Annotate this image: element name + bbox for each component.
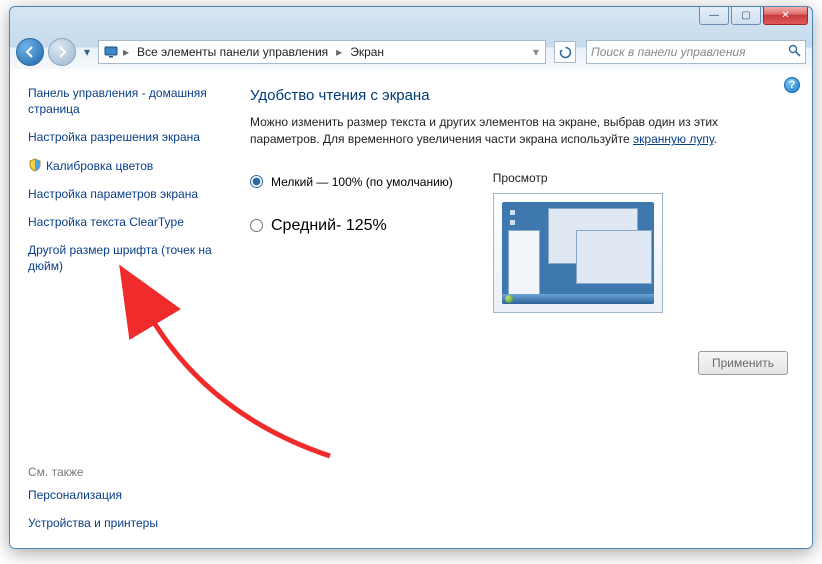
breadcrumb-current[interactable]: Экран xyxy=(344,45,390,59)
preview-start-orb xyxy=(505,295,513,303)
link-display-settings[interactable]: Настройка параметров экрана xyxy=(28,186,212,202)
radio-medium-input[interactable] xyxy=(250,219,263,232)
radio-group-scale: Мелкий — 100% (по умолчанию) Средний- 12… xyxy=(250,171,453,313)
window-frame: — ▢ ✕ ▾ ▸ Все элементы панели управления… xyxy=(9,6,813,549)
see-also-heading: См. также xyxy=(28,465,212,479)
link-personalization[interactable]: Персонализация xyxy=(28,487,212,503)
desc-period: . xyxy=(714,132,717,146)
search-placeholder: Поиск в панели управления xyxy=(591,45,746,59)
titlebar: — ▢ ✕ xyxy=(10,7,812,35)
dropdown-chevron-icon[interactable]: ▾ xyxy=(533,45,543,59)
radio-medium-label: Средний- 125% xyxy=(271,217,387,235)
link-custom-dpi[interactable]: Другой размер шрифта (точек на дюйм) xyxy=(28,242,212,274)
link-resolution[interactable]: Настройка разрешения экрана xyxy=(28,129,212,145)
link-control-panel-home[interactable]: Панель управления - домашняя страница xyxy=(28,85,212,117)
breadcrumb-root[interactable]: Все элементы панели управления xyxy=(131,45,334,59)
shield-icon xyxy=(28,158,42,172)
monitor-icon xyxy=(103,44,119,60)
body: Панель управления - домашняя страница На… xyxy=(10,69,812,548)
search-input[interactable]: Поиск в панели управления xyxy=(586,40,806,64)
close-button[interactable]: ✕ xyxy=(763,7,808,25)
refresh-button[interactable] xyxy=(554,41,576,63)
page-description: Можно изменить размер текста и других эл… xyxy=(250,114,790,149)
radio-medium[interactable]: Средний- 125% xyxy=(250,217,453,235)
minimize-button[interactable]: — xyxy=(699,7,729,25)
nav-forward-button[interactable] xyxy=(48,38,76,66)
magnifier-link[interactable]: экранную лупу xyxy=(633,132,714,146)
radio-small[interactable]: Мелкий — 100% (по умолчанию) xyxy=(250,175,453,189)
chevron-right-icon: ▸ xyxy=(334,45,344,59)
options-row: Мелкий — 100% (по умолчанию) Средний- 12… xyxy=(250,171,790,313)
nav-history-dropdown[interactable]: ▾ xyxy=(80,45,94,59)
preview-window xyxy=(576,230,652,284)
preview-sidebar xyxy=(508,230,540,296)
radio-small-label: Мелкий — 100% (по умолчанию) xyxy=(271,175,453,189)
link-color-calibration-label: Калибровка цветов xyxy=(46,158,153,174)
link-cleartype[interactable]: Настройка текста ClearType xyxy=(28,214,212,230)
link-devices-printers[interactable]: Устройства и принтеры xyxy=(28,515,212,531)
preview-taskbar xyxy=(502,294,654,304)
preview-column: Просмотр xyxy=(493,171,663,313)
help-icon[interactable]: ? xyxy=(784,77,800,93)
navbar: ▾ ▸ Все элементы панели управления ▸ Экр… xyxy=(10,35,812,69)
preview-box xyxy=(493,193,663,313)
apply-button[interactable]: Применить xyxy=(698,351,788,375)
content-pane: ? Удобство чтения с экрана Можно изменит… xyxy=(222,69,812,548)
search-icon xyxy=(788,44,801,60)
sidebar: Панель управления - домашняя страница На… xyxy=(10,69,222,548)
apply-row: Применить xyxy=(250,351,790,375)
preview-label: Просмотр xyxy=(493,171,548,185)
preview-icon xyxy=(510,210,515,215)
maximize-button[interactable]: ▢ xyxy=(731,7,761,25)
link-color-calibration[interactable]: Калибровка цветов xyxy=(28,158,212,174)
radio-small-input[interactable] xyxy=(250,175,263,188)
preview-icon xyxy=(510,220,515,225)
breadcrumb[interactable]: ▸ Все элементы панели управления ▸ Экран… xyxy=(98,40,546,64)
nav-back-button[interactable] xyxy=(16,38,44,66)
chevron-right-icon: ▸ xyxy=(121,45,131,59)
page-title: Удобство чтения с экрана xyxy=(250,87,790,104)
preview-desktop xyxy=(502,202,654,304)
